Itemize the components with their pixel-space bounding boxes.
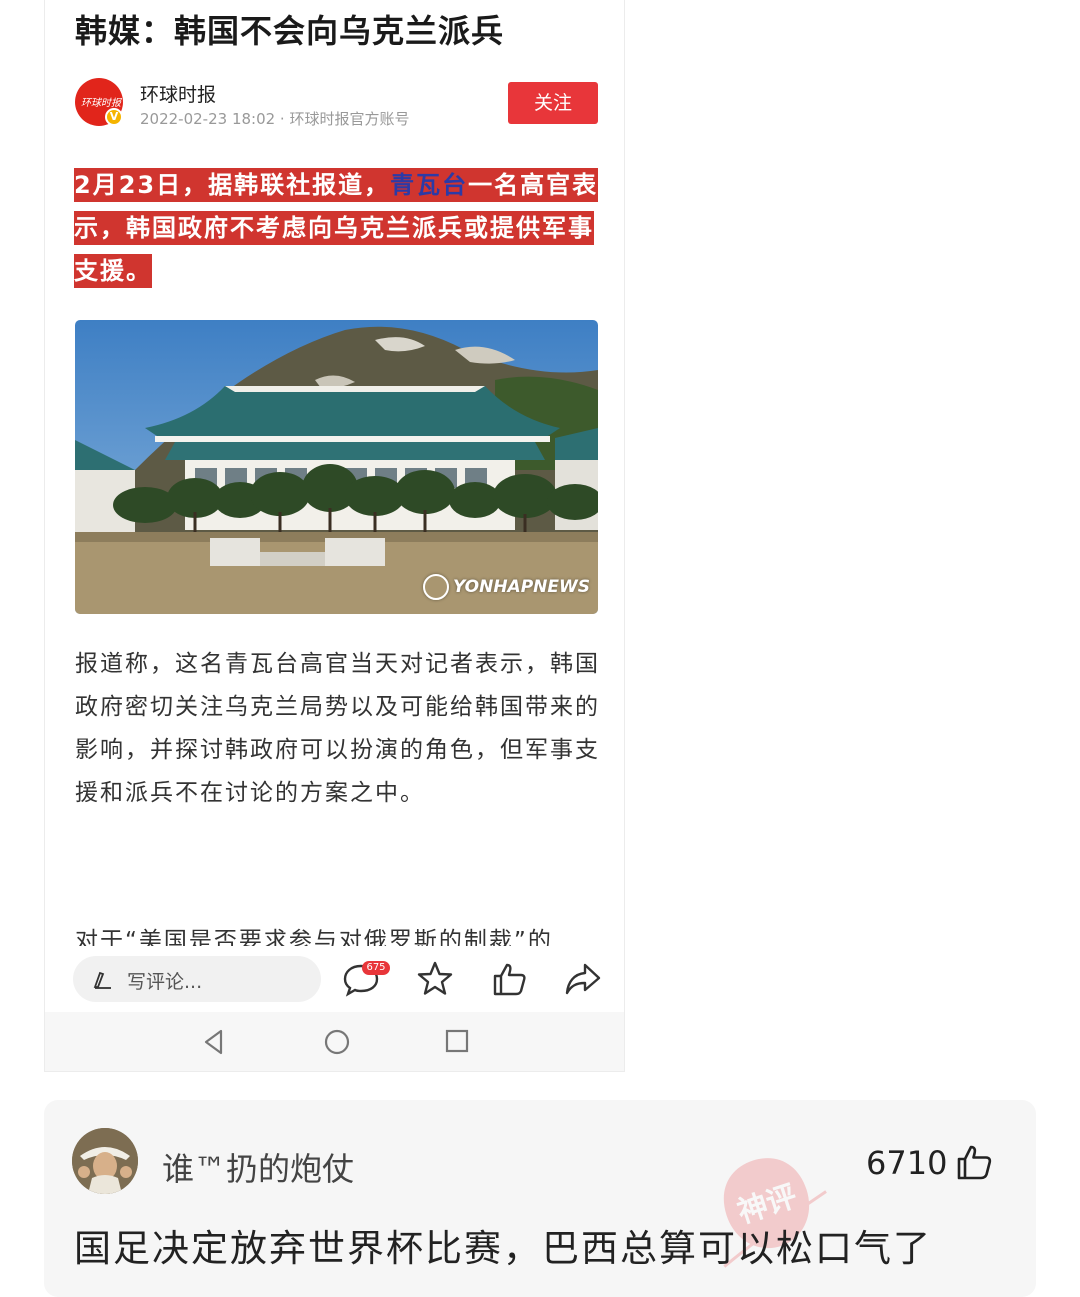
commenter-avatar[interactable] <box>72 1128 138 1194</box>
lead-text-before: 2月23日，据韩联社报道， <box>74 171 391 199</box>
publisher-avatar[interactable]: 环球时报 V <box>75 78 123 126</box>
article-paragraph-cutoff: 对于“美国是否要求参与对俄罗斯的制裁”的 <box>75 928 553 946</box>
news-photo[interactable]: YONHAPNEWS <box>75 320 598 614</box>
pen-icon <box>93 971 111 989</box>
commenter-avatar-image <box>72 1128 138 1194</box>
blue-house-illustration <box>75 320 598 614</box>
share-icon[interactable] <box>563 959 603 999</box>
photo-watermark: YONHAPNEWS <box>422 574 590 600</box>
publish-meta: 2022-02-23 18:02 · 环球时报官方账号 <box>140 110 410 128</box>
nav-home-icon[interactable] <box>323 1028 351 1056</box>
write-comment-input[interactable]: 写评论... <box>73 956 321 1002</box>
article-screenshot: 韩媒：韩国不会向乌克兰派兵 环球时报 V 环球时报 2022-02-23 18:… <box>44 0 625 1072</box>
system-nav-bar <box>45 1012 624 1071</box>
commenter-name[interactable]: 谁™扔的炮仗 <box>162 1144 354 1190</box>
article-action-bar: 写评论... 675 <box>45 946 624 1012</box>
favorite-star-icon[interactable] <box>415 959 455 999</box>
article-paragraph: 报道称，这名青瓦台高官当天对记者表示，韩国政府密切关注乌克兰局势以及可能给韩国带… <box>75 651 600 806</box>
lead-highlight: 2月23日，据韩联社报道，青瓦台一名高官表示，韩国政府不考虑向乌克兰派兵或提供军… <box>74 164 604 293</box>
comment-count-badge: 675 <box>362 961 390 975</box>
article-title: 韩媒：韩国不会向乌克兰派兵 <box>75 12 505 50</box>
comment-like-count: 6710 <box>866 1144 948 1182</box>
comment-like-icon[interactable] <box>954 1142 994 1182</box>
publisher-logo-text: 环球时报 <box>81 98 121 109</box>
lead-keyword: 青瓦台 <box>390 171 469 199</box>
nav-back-icon[interactable] <box>201 1028 227 1056</box>
follow-button[interactable]: 关注 <box>508 82 598 124</box>
nav-recents-icon[interactable] <box>444 1028 470 1054</box>
comment-placeholder: 写评论... <box>127 971 203 993</box>
like-thumb-icon[interactable] <box>489 959 529 999</box>
watermark-text: YONHAPNEWS <box>452 577 590 597</box>
comment-text: 国足决定放弃世界杯比赛，巴西总算可以松口气了 <box>74 1227 932 1270</box>
verified-badge-icon: V <box>105 108 123 126</box>
top-comment-card: 谁™扔的炮仗 神评 6710 国足决定放弃世界杯比赛，巴西总算可以松口气了 <box>44 1100 1036 1297</box>
yonhap-logo-icon <box>422 574 449 600</box>
publisher-name[interactable]: 环球时报 <box>140 80 216 107</box>
